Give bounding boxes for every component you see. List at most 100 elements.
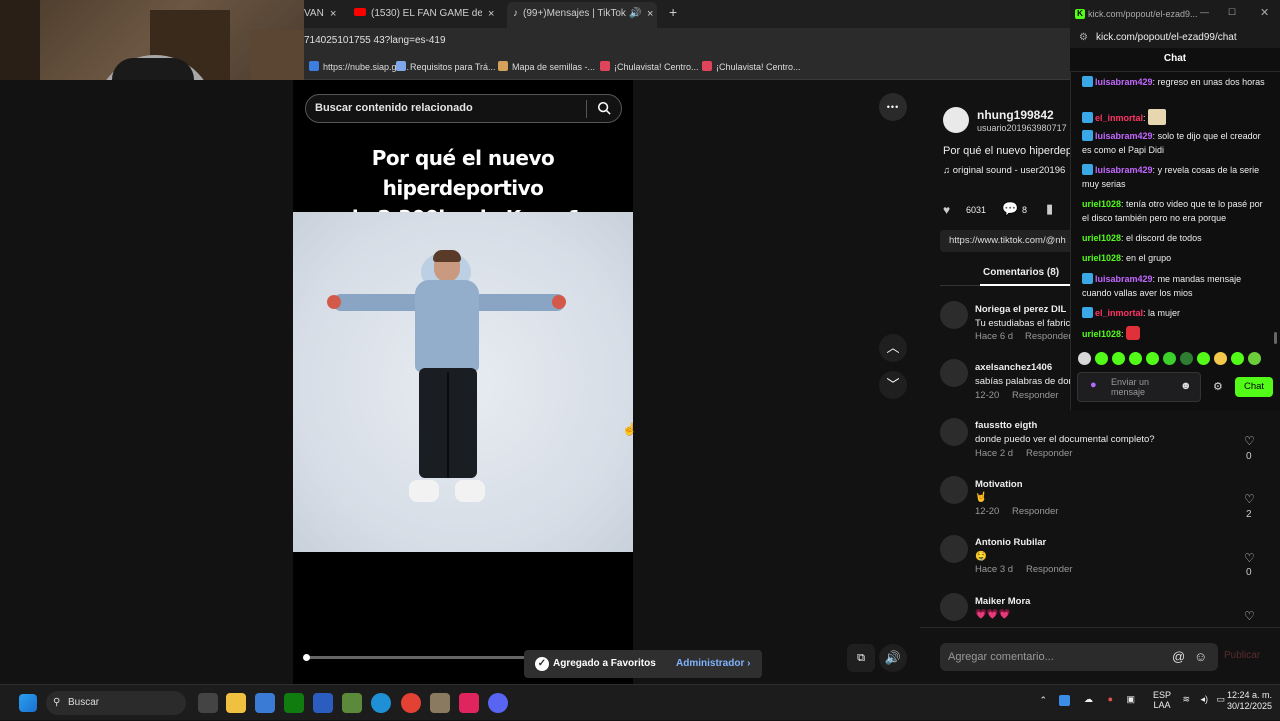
progress-thumb[interactable]: [303, 654, 310, 661]
video-progress-bar[interactable]: [303, 654, 525, 661]
volume-button[interactable]: 🔊: [879, 644, 907, 672]
microphone-icon[interactable]: ●: [1090, 379, 1097, 391]
heart-icon[interactable]: ♥: [943, 203, 950, 217]
bookmark-item[interactable]: Requisitos para Trá...: [396, 61, 496, 72]
commenter-name[interactable]: Maiker Mora: [975, 596, 1030, 607]
author-avatar[interactable]: [943, 107, 969, 133]
chat-username[interactable]: luisabram429: [1095, 77, 1153, 87]
search-icon[interactable]: [597, 101, 611, 115]
chat-username[interactable]: luisabram429: [1095, 274, 1153, 284]
close-icon[interactable]: ×: [330, 5, 336, 23]
reply-button[interactable]: Responder: [1026, 564, 1072, 575]
reply-button[interactable]: Responder: [1025, 331, 1071, 342]
store-icon[interactable]: [255, 693, 275, 713]
commenter-avatar[interactable]: [940, 535, 968, 563]
audio-icon[interactable]: 🔊: [629, 5, 641, 23]
close-icon[interactable]: ×: [488, 5, 494, 23]
emote-icon[interactable]: [1248, 352, 1261, 365]
comment-icon[interactable]: 💬: [1002, 201, 1018, 217]
discord-icon[interactable]: [488, 693, 508, 713]
emote-icon[interactable]: [1197, 352, 1210, 365]
volume-icon[interactable]: ◂): [1200, 694, 1208, 705]
commenter-name[interactable]: axelsanchez1406: [975, 362, 1052, 373]
tray-app-icon[interactable]: ▣: [1126, 694, 1135, 705]
commenter-name[interactable]: Motivation: [975, 479, 1023, 490]
taskbar-search[interactable]: ⚲ Buscar: [46, 691, 186, 715]
emote-icon[interactable]: [1163, 352, 1176, 365]
chat-send-button[interactable]: Chat: [1235, 377, 1273, 397]
comment-like-icon[interactable]: ♡: [1244, 434, 1255, 448]
gear-icon[interactable]: ⚙: [1213, 380, 1223, 393]
edge-icon[interactable]: [371, 693, 391, 713]
emote-icon[interactable]: [1129, 352, 1142, 365]
commenter-avatar[interactable]: [940, 593, 968, 621]
next-video-button[interactable]: ﹀: [879, 371, 907, 399]
commenter-name[interactable]: fausstto eigth: [975, 420, 1037, 431]
chat-message-input[interactable]: ● Enviar un mensaje ☻: [1077, 372, 1201, 402]
emote-icon[interactable]: [1095, 352, 1108, 365]
chat-username[interactable]: el_inmortal: [1095, 308, 1143, 318]
copy-link-field[interactable]: https://www.tiktok.com/@nh: [940, 230, 1070, 252]
emote-icon[interactable]: [1112, 352, 1125, 365]
app-icon[interactable]: [313, 693, 333, 713]
minecraft-icon[interactable]: [342, 693, 362, 713]
add-comment-input[interactable]: Agregar comentario... @ ☺: [940, 643, 1218, 671]
minimize-icon[interactable]: —: [1200, 7, 1209, 17]
emoji-icon[interactable]: ☺: [1194, 643, 1207, 671]
address-bar[interactable]: 714025101755 43?lang=es-419: [304, 28, 1070, 54]
mention-icon[interactable]: @: [1172, 643, 1185, 671]
emote-icon[interactable]: [1180, 352, 1193, 365]
bookmark-item[interactable]: https://nube.siap.go...: [309, 61, 409, 72]
bookmark-item[interactable]: Mapa de semillas -...: [498, 61, 595, 72]
comment-like-icon[interactable]: ♡: [1244, 551, 1255, 565]
commenter-avatar[interactable]: [940, 301, 968, 329]
previous-video-button[interactable]: ︿: [879, 334, 907, 362]
tab-0[interactable]: VAN: [304, 5, 324, 23]
cloud-icon[interactable]: ☁: [1084, 694, 1093, 705]
app-icon[interactable]: [430, 693, 450, 713]
file-explorer-icon[interactable]: [226, 693, 246, 713]
author-username[interactable]: nhung199842: [977, 108, 1054, 122]
commenter-avatar[interactable]: [940, 476, 968, 504]
chat-username[interactable]: el_inmortal: [1095, 113, 1143, 123]
emoji-icon[interactable]: ☻: [1180, 380, 1192, 392]
windows-start-icon[interactable]: [19, 694, 37, 712]
chat-scrollbar[interactable]: [1274, 332, 1277, 344]
chat-username[interactable]: uriel1028: [1082, 253, 1121, 263]
tab-comments[interactable]: Comentarios (8): [983, 267, 1059, 278]
maximize-icon[interactable]: ☐: [1228, 7, 1236, 18]
emote-icon[interactable]: [1146, 352, 1159, 365]
bookmark-item[interactable]: ¡Chulavista! Centro...: [702, 61, 801, 72]
wifi-icon[interactable]: ≋: [1182, 694, 1190, 705]
tab-youtube[interactable]: (1530) EL FAN GAME de FNAF: [354, 5, 482, 23]
clock[interactable]: 12:24 a. m. 30/12/2025: [1226, 690, 1272, 712]
emote-icon[interactable]: [1214, 352, 1227, 365]
emote-icon[interactable]: [1078, 352, 1091, 365]
task-view-icon[interactable]: [198, 693, 218, 713]
more-options-button[interactable]: •••: [879, 93, 907, 121]
comment-like-icon[interactable]: ♡: [1244, 492, 1255, 506]
chat-username[interactable]: uriel1028: [1082, 233, 1121, 243]
sound-row[interactable]: ♫ original sound - user20196: [943, 165, 1065, 176]
reply-button[interactable]: Responder: [1012, 390, 1058, 401]
chat-address-bar[interactable]: ⚙ kick.com/popout/el-ezad99/chat: [1070, 28, 1280, 48]
search-input[interactable]: Buscar contenido relacionado: [305, 94, 622, 123]
emote-icon[interactable]: [1231, 352, 1244, 365]
bookmark-icon[interactable]: ▮: [1046, 201, 1053, 217]
publish-button[interactable]: Publicar: [1224, 650, 1260, 661]
site-settings-icon[interactable]: ⚙: [1079, 29, 1088, 47]
pip-button[interactable]: ⧉: [847, 644, 875, 672]
bookmark-item[interactable]: ¡Chulavista! Centro...: [600, 61, 699, 72]
close-icon[interactable]: ✕: [1260, 6, 1269, 19]
comment-like-icon[interactable]: ♡: [1244, 609, 1255, 623]
tiktok-icon[interactable]: [459, 693, 479, 713]
commenter-avatar[interactable]: [940, 418, 968, 446]
battery-icon[interactable]: ▭: [1216, 694, 1225, 705]
commenter-name[interactable]: Antonio Rubilar: [975, 537, 1046, 548]
new-tab-button[interactable]: +: [669, 3, 677, 21]
commenter-name[interactable]: Noriega el perez DIL: [975, 304, 1066, 315]
chevron-up-icon[interactable]: ⌃: [1039, 695, 1047, 706]
reply-button[interactable]: Responder: [1026, 448, 1072, 459]
reply-button[interactable]: Responder: [1012, 506, 1058, 517]
chrome-icon[interactable]: [401, 693, 421, 713]
